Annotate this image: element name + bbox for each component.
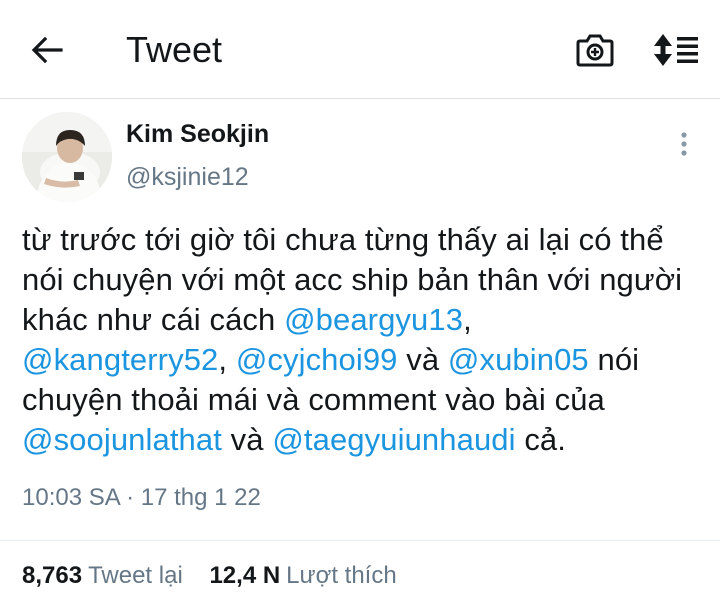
page-title: Tweet	[126, 29, 223, 70]
back-arrow-icon	[31, 36, 63, 64]
more-vertical-icon	[681, 132, 687, 156]
tweet-timestamp[interactable]: 10:03 SA · 17 thg 1 22	[22, 484, 261, 512]
top-app-bar: Tweet	[0, 0, 720, 99]
back-button[interactable]	[22, 28, 72, 72]
likes-stat[interactable]: 12,4 N Lượt thích	[209, 562, 396, 590]
tweet-text-segment: cả.	[515, 422, 566, 457]
mention-link[interactable]: @beargyu13	[284, 302, 463, 337]
mention-link[interactable]: @soojunlathat	[22, 422, 222, 457]
likes-count: 12,4 N	[209, 562, 281, 589]
mention-link[interactable]: @kangterry52	[22, 342, 218, 377]
tweet-text-segment: và	[221, 422, 273, 457]
avatar[interactable]	[22, 112, 112, 202]
likes-label: Lượt thích	[286, 562, 397, 589]
tweet-stats: 8,763 Tweet lại 12,4 N Lượt thích	[22, 562, 417, 590]
mention-link[interactable]: @xubin05	[448, 342, 589, 377]
tweet-text: từ trước tới giờ tôi chưa từng thấy ai l…	[22, 220, 702, 460]
author-handle[interactable]: @ksjinie12	[126, 163, 249, 192]
mention-link[interactable]: @taegyuiunhaudi	[272, 422, 515, 457]
tweet-text-segment: ,	[218, 342, 236, 377]
camera-icon	[576, 34, 614, 67]
camera-button[interactable]	[568, 26, 622, 74]
more-options-button[interactable]	[666, 126, 702, 162]
tweet-text-segment: ,	[463, 302, 472, 337]
sort-button[interactable]	[646, 26, 706, 74]
sort-icon	[654, 34, 698, 66]
retweets-count: 8,763	[22, 562, 83, 589]
tweet-text-segment: và	[397, 342, 448, 377]
retweets-stat[interactable]: 8,763 Tweet lại	[22, 562, 183, 590]
retweets-label: Tweet lại	[88, 562, 183, 589]
mention-link[interactable]: @cyjchoi99	[236, 342, 398, 377]
divider	[0, 540, 720, 541]
avatar-photo	[22, 112, 112, 202]
author-display-name[interactable]: Kim Seokjin	[126, 120, 269, 149]
